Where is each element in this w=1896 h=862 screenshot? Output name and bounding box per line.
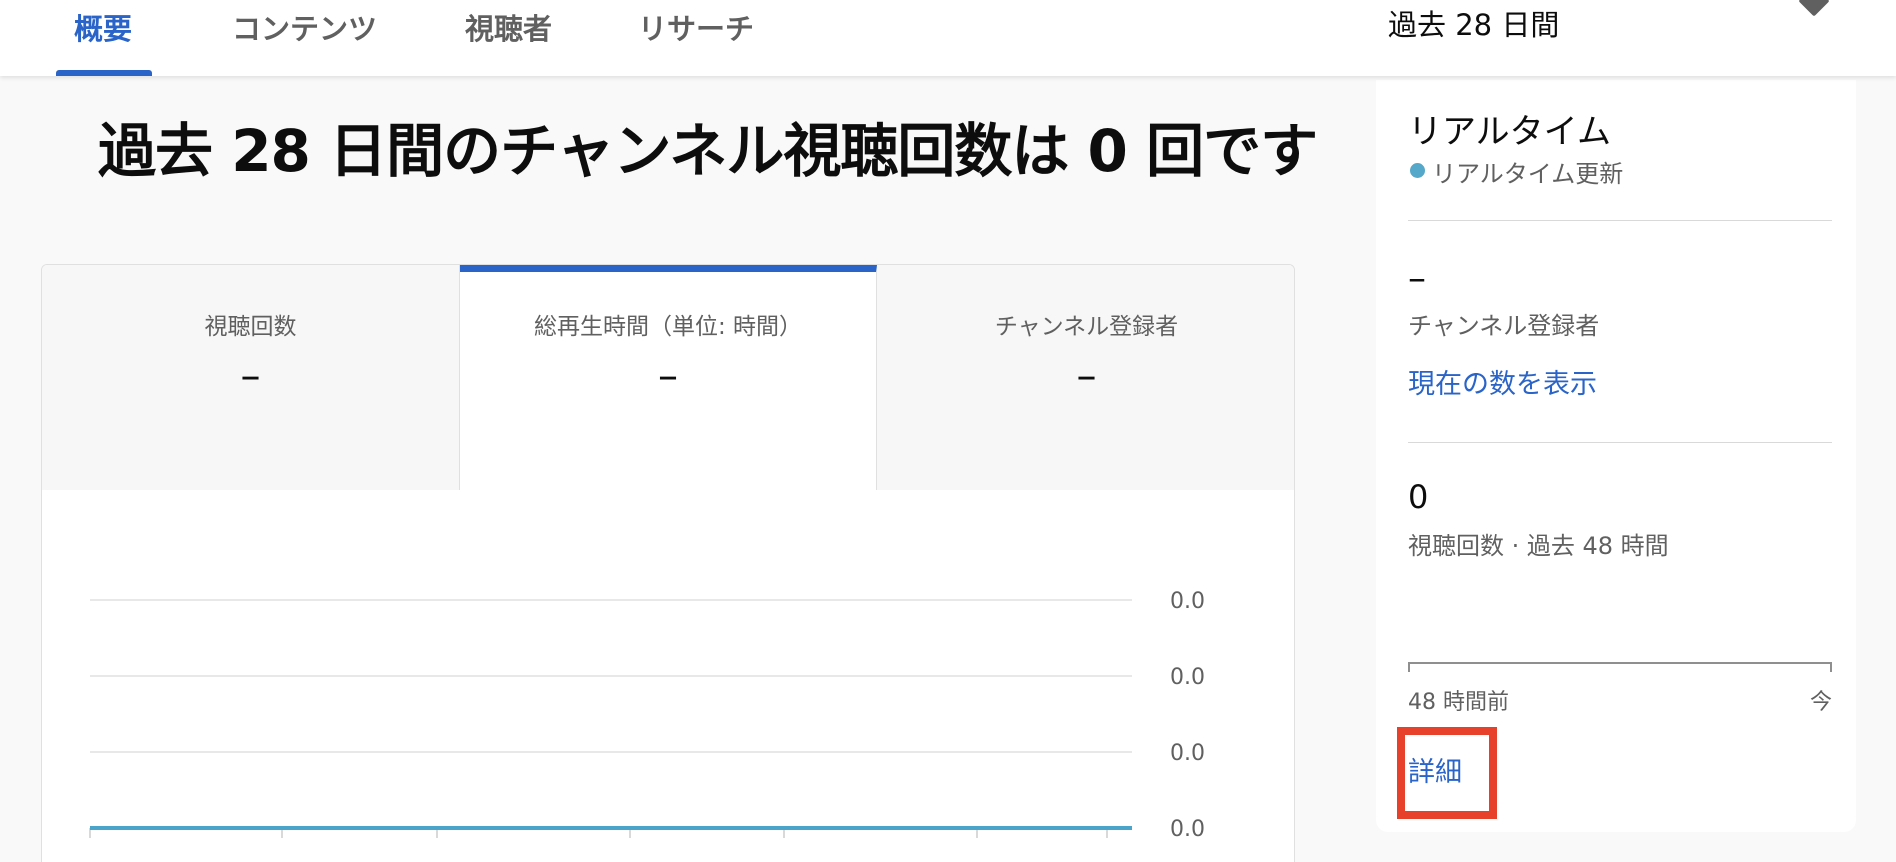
divider [1408, 220, 1832, 221]
metric-value: – [1076, 353, 1097, 399]
metric-tab-subscribers[interactable]: チャンネル登録者 – [877, 265, 1294, 490]
metric-value: – [240, 353, 261, 399]
y-tick-label: 0.0 [1170, 741, 1205, 766]
metrics-card: 視聴回数 – 総再生時間（単位: 時間） – チャンネル登録者 – 0.0 0.0… [41, 264, 1295, 862]
realtime-views-label: 視聴回数 · 過去 48 時間 [1408, 532, 1669, 560]
axis-tick [1408, 662, 1410, 672]
tab-overview[interactable]: 概要 [74, 6, 132, 48]
y-tick-label: 0.0 [1170, 665, 1205, 690]
tab-research[interactable]: リサーチ [638, 6, 754, 48]
realtime-update-label: リアルタイム更新 [1432, 160, 1624, 188]
tab-content[interactable]: コンテンツ [232, 6, 377, 48]
subscriber-count: – [1408, 258, 1426, 299]
tab-audience[interactable]: 視聴者 [465, 6, 552, 48]
details-link[interactable]: 詳細 [1408, 750, 1462, 789]
chevron-down-icon[interactable] [1798, 0, 1830, 17]
show-current-count-link[interactable]: 現在の数を表示 [1408, 362, 1597, 401]
metric-tab-views[interactable]: 視聴回数 – [42, 265, 460, 490]
metric-label: 視聴回数 [204, 314, 297, 340]
realtime-views-count: 0 [1408, 478, 1429, 516]
period-selector[interactable]: 過去 28 日間 [1388, 2, 1559, 44]
metric-tab-watch-time[interactable]: 総再生時間（単位: 時間） – [460, 265, 877, 490]
metric-label: チャンネル登録者 [994, 314, 1179, 340]
live-dot-icon [1410, 163, 1425, 178]
realtime-title: リアルタイム [1408, 112, 1611, 152]
subscriber-label: チャンネル登録者 [1408, 312, 1600, 340]
axis-end-label: 今 [1809, 690, 1832, 715]
active-tab-indicator [56, 70, 152, 76]
page-title: 過去 28 日間のチャンネル視聴回数は 0 回です [98, 117, 1318, 185]
top-tab-bar: 概要 コンテンツ 視聴者 リサーチ 過去 28 日間 [0, 0, 1896, 76]
metric-label: 総再生時間（単位: 時間） [533, 314, 803, 340]
divider [1408, 442, 1832, 443]
y-tick-label: 0.0 [1170, 817, 1205, 842]
y-tick-label: 0.0 [1170, 589, 1205, 614]
metric-value: – [658, 353, 678, 399]
axis-tick [1830, 662, 1832, 672]
watch-time-chart: 0.00.00.00.02024/2024/03/182024/03/22202… [89, 589, 1205, 842]
realtime-card: リアルタイム リアルタイム更新 – チャンネル登録者 現在の数を表示 0 視聴回… [1376, 80, 1856, 832]
axis-start-label: 48 時間前 [1408, 690, 1509, 715]
realtime-chart-axis [1408, 662, 1832, 664]
